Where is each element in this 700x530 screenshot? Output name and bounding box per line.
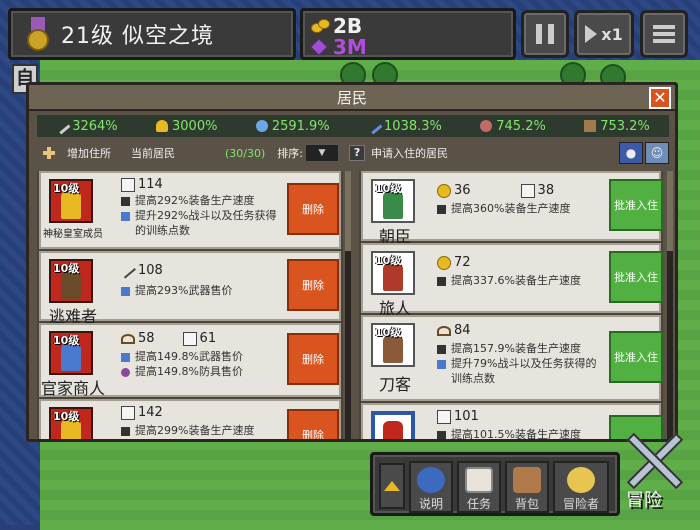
pause-button[interactable] <box>521 10 569 58</box>
bottom-bar: 说明 任务 背包 冒险者 <box>370 452 620 516</box>
right-scrollbar[interactable] <box>667 171 673 439</box>
help-button[interactable]: 说明 <box>409 461 453 513</box>
pause-icon <box>536 24 542 44</box>
current-residents-label: 当前居民 <box>131 147 175 160</box>
level-display[interactable]: 21级 似空之境 <box>8 8 296 60</box>
menu-button[interactable] <box>640 10 688 58</box>
coin-icon <box>437 183 451 198</box>
list-item: 10级 逃难者 108 提高293%武器售价 删除 <box>39 251 341 326</box>
list-item: 10级 刀客 84 提高157.9%装备生产速度 提升79%战斗以及任务获得的 训练… <box>361 315 663 401</box>
left-scrollbar[interactable] <box>345 171 351 439</box>
level-text: 21级 似空之境 <box>61 24 214 49</box>
expand-button[interactable] <box>379 463 405 509</box>
document-icon <box>437 409 451 424</box>
help-icon[interactable]: ? <box>349 145 366 161</box>
avatar: 10级 <box>371 323 415 367</box>
scroll-icon <box>465 467 493 493</box>
figure-icon <box>255 120 268 132</box>
list-item: 10级 旅人 72 提高337.6%装备生产速度 批准入住 <box>361 243 663 318</box>
list-item: 10级 142 提高299%装备生产速度 删除 <box>39 399 341 439</box>
speed-button[interactable]: x1 <box>574 10 634 58</box>
horn-icon <box>437 325 451 336</box>
resident-name: 刀客 <box>378 375 411 394</box>
bag-filter-button[interactable]: ● <box>619 142 643 164</box>
residents-dialog: 居民 ✕ 3264% 3000% 2591.9% 1038.3% 745.2% … <box>26 82 678 442</box>
stat-shield: 745.2% <box>480 119 546 134</box>
speed-label: x1 <box>601 24 623 44</box>
stat-figure: 2591.9% <box>255 119 330 134</box>
question-icon <box>417 467 445 493</box>
bag-button[interactable]: 背包 <box>505 461 549 513</box>
stats-bar: 3264% 3000% 2591.9% 1038.3% 745.2% 753.2… <box>37 115 669 137</box>
avatar <box>371 411 415 439</box>
add-housing-button[interactable]: 增加住所 <box>67 145 111 161</box>
gold-coins-icon <box>311 19 330 33</box>
adventurer-button[interactable]: 冒险者 <box>553 461 609 513</box>
play-icon <box>585 25 598 43</box>
stat-lamp: 3000% <box>156 119 217 134</box>
chevron-down-icon: ▼ <box>318 148 326 158</box>
list-item: 10级 朝臣 36 38 提高360%装备生产速度 批准入住 <box>361 171 663 246</box>
adventurer-filter-button[interactable]: ☺ <box>645 142 669 164</box>
quest-button[interactable]: 任务 <box>457 461 501 513</box>
sort-label: 排序: <box>277 147 304 160</box>
sword-icon <box>53 117 71 135</box>
list-menu-icon <box>653 22 675 46</box>
sword-icon <box>120 262 136 279</box>
resident-count: (30/30) <box>225 146 266 160</box>
top-bar: 21级 似空之境 2B 3M x1 <box>0 0 700 64</box>
document-icon <box>182 331 197 346</box>
delete-button[interactable]: 删除 <box>287 183 339 235</box>
avatar: 10级 <box>371 179 415 223</box>
approve-button[interactable]: 批准入住 <box>609 251 663 303</box>
avatar: 10级 <box>371 251 415 295</box>
avatar: 10级 <box>49 331 93 375</box>
delete-button[interactable]: 删除 <box>287 259 339 311</box>
delete-button[interactable]: 删除 <box>287 333 339 385</box>
coin-icon <box>437 255 451 270</box>
adventurer-icon <box>567 467 595 493</box>
lamp-icon <box>156 120 168 132</box>
resident-name: 官家商人 <box>41 379 106 398</box>
approve-button[interactable]: 批准入住 <box>609 331 663 383</box>
plus-icon <box>43 147 55 159</box>
stat-chest: 753.2% <box>584 119 650 134</box>
avatar: 10级 <box>49 259 93 303</box>
adventure-button[interactable]: 冒险 <box>612 420 698 520</box>
stat-weapon: 3264% <box>53 117 118 135</box>
close-button[interactable]: ✕ <box>649 87 671 109</box>
approve-button[interactable]: 批准入住 <box>609 179 663 231</box>
avatar: 10级 <box>49 407 93 439</box>
applicants-list[interactable]: 10级 朝臣 36 38 提高360%装备生产速度 批准入住 10级 旅人 72 … <box>359 171 663 439</box>
stat-spear: 1038.3% <box>365 117 442 135</box>
backpack-icon <box>513 467 541 493</box>
chest-icon <box>584 120 597 132</box>
spear-icon <box>365 117 383 135</box>
avatar: 10级 <box>49 179 93 223</box>
document-icon <box>520 183 535 198</box>
applicants-label: 申请入住的居民 <box>371 147 449 160</box>
list-item: 10级 官家商人 58 61 提高149.8%武器售价 提高149.8%防具售价 删… <box>39 323 341 398</box>
resource-display: 2B 3M <box>300 8 516 60</box>
sort-dropdown[interactable]: ▼ <box>305 144 340 162</box>
dialog-title: 居民 <box>29 85 675 111</box>
document-icon <box>121 177 135 192</box>
medal-icon <box>25 17 51 51</box>
horn-icon <box>121 333 135 344</box>
delete-button[interactable]: 删除 <box>287 409 339 439</box>
gem-amount: 3M <box>333 35 367 59</box>
current-residents-list[interactable]: 10级 神秘皇室成员 114 提高292%装备生产速度 提升292%战斗以及任务获… <box>37 171 343 439</box>
shield-icon <box>480 120 493 132</box>
chevron-up-icon <box>384 481 400 491</box>
dialog-toolbar: 增加住所 当前居民 (30/30) 排序: ▼ ? 申请入住的居民 ● ☺ <box>37 141 669 165</box>
gem-icon <box>310 38 328 56</box>
document-icon <box>121 405 135 420</box>
resident-name: 神秘皇室成员 <box>43 229 103 240</box>
list-item: 10级 神秘皇室成员 114 提高292%装备生产速度 提升292%战斗以及任务获… <box>39 171 341 249</box>
